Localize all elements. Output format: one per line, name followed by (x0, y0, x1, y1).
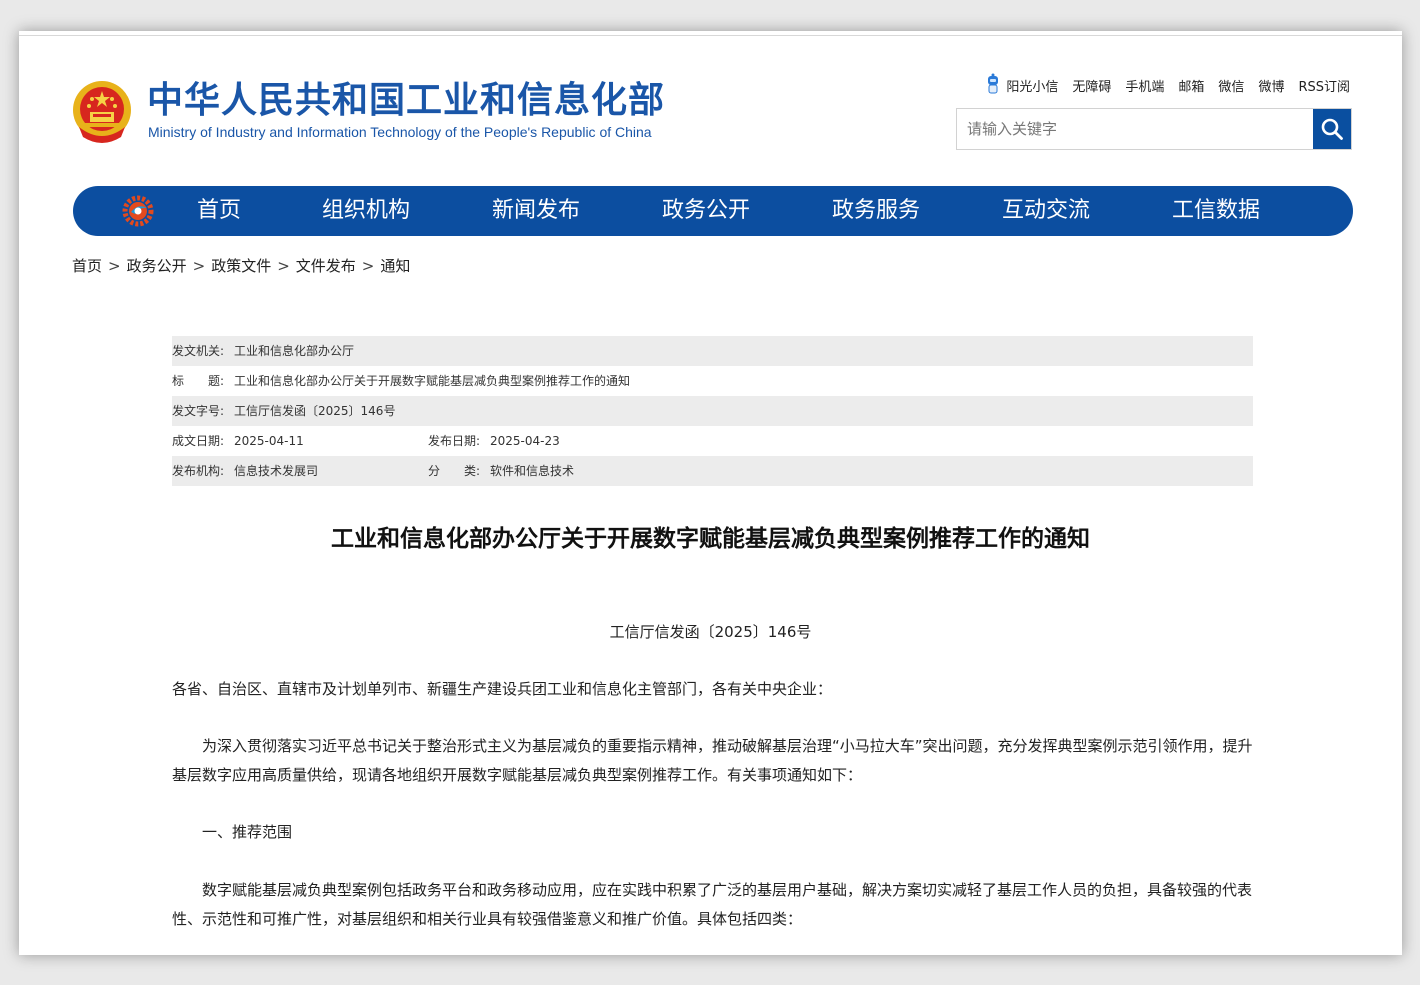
meta-row-doc-no: 发文字号: 工信厅信发函〔2025〕146号 (172, 396, 1253, 426)
toplink-accessibility[interactable]: 无障碍 (1072, 76, 1111, 95)
meta-label: 分 类: (428, 464, 481, 478)
breadcrumb-policy-documents[interactable]: 政策文件 (211, 257, 271, 275)
nav-item-data[interactable]: 工信数据 (1172, 186, 1260, 236)
salutation: 各省、自治区、直辖市及计划单列市、新疆生产建设兵团工业和信息化主管部门，各有关中… (172, 680, 833, 698)
search-input[interactable] (957, 109, 1313, 149)
meta-label: 发布机构: (172, 464, 225, 478)
miit-logo-icon[interactable] (121, 195, 155, 227)
search-box (956, 108, 1352, 150)
nav-item-government-services[interactable]: 政务服务 (832, 186, 920, 236)
top-divider (19, 35, 1402, 36)
robot-assistant-icon[interactable] (986, 73, 1000, 97)
top-links: 阳光小信 无障碍 手机端 邮箱 微信 微博 RSS订阅 (986, 73, 1350, 97)
toplink-weibo[interactable]: 微博 (1258, 76, 1284, 95)
breadcrumb: 首页 > 政务公开 > 政策文件 > 文件发布 > 通知 (72, 255, 410, 276)
meta-value-issuer: 工业和信息化部办公厅 (234, 344, 355, 358)
breadcrumb-separator: > (361, 257, 375, 275)
breadcrumb-file-release[interactable]: 文件发布 (296, 257, 356, 275)
paragraph-scope: 数字赋能基层减负典型案例包括政务平台和政务移动应用，应在实践中积累了广泛的基层用… (172, 881, 1253, 928)
nav-item-home[interactable]: 首页 (197, 186, 241, 236)
nav-item-interaction[interactable]: 互动交流 (1002, 186, 1090, 236)
meta-value-category: 软件和信息技术 (490, 464, 575, 478)
site-title[interactable]: 中华人民共和国工业和信息化部 (147, 81, 665, 121)
national-emblem-icon[interactable] (71, 79, 133, 145)
toplink-sunshine-xiaoxin[interactable]: 阳光小信 (1006, 76, 1058, 95)
breadcrumb-separator: > (108, 257, 121, 275)
toplink-rss[interactable]: RSS订阅 (1298, 76, 1350, 95)
breadcrumb-separator: > (277, 257, 290, 275)
document-meta-table: 发文机关: 工业和信息化部办公厅 标 题: 工业和信息化部办公厅关于开展数字赋能… (172, 336, 1253, 486)
search-icon (1321, 118, 1343, 140)
breadcrumb-separator: > (192, 257, 206, 275)
nav-item-government-affairs[interactable]: 政务公开 (662, 186, 750, 236)
section-heading: 一、推荐范围 (202, 823, 293, 841)
meta-label: 标 题: (172, 374, 225, 388)
meta-value-created: 2025-04-11 (234, 434, 304, 448)
meta-row-dates: 成文日期: 2025-04-11 发布日期: 2025-04-23 (172, 426, 1253, 456)
toplink-mobile[interactable]: 手机端 (1125, 76, 1164, 95)
meta-label: 成文日期: (172, 434, 225, 448)
site-subtitle: Ministry of Industry and Information Tec… (148, 124, 652, 140)
breadcrumb-government-affairs[interactable]: 政务公开 (127, 257, 187, 275)
search-button[interactable] (1313, 109, 1351, 149)
meta-row-agency: 发布机构: 信息技术发展司 分 类: 软件和信息技术 (172, 456, 1253, 486)
breadcrumb-home[interactable]: 首页 (72, 257, 102, 275)
breadcrumb-notice[interactable]: 通知 (380, 257, 410, 275)
nav-item-news[interactable]: 新闻发布 (492, 186, 580, 236)
document-number: 工信厅信发函〔2025〕146号 (609, 623, 812, 641)
toplink-wechat[interactable]: 微信 (1218, 76, 1244, 95)
browser-page: 中华人民共和国工业和信息化部 Ministry of Industry and … (19, 31, 1402, 955)
meta-value-agency: 信息技术发展司 (234, 464, 319, 478)
meta-label: 发文机关: (172, 344, 225, 358)
document-title: 工业和信息化部办公厅关于开展数字赋能基层减负典型案例推荐工作的通知 (331, 526, 1090, 552)
main-nav: 首页 组织机构 新闻发布 政务公开 政务服务 互动交流 工信数据 (73, 186, 1353, 236)
meta-value-title: 工业和信息化部办公厅关于开展数字赋能基层减负典型案例推荐工作的通知 (234, 374, 631, 388)
meta-value-published: 2025-04-23 (490, 434, 560, 448)
meta-value-doc-no: 工信厅信发函〔2025〕146号 (234, 404, 396, 418)
paragraph-intro: 为深入贯彻落实习近平总书记关于整治形式主义为基层减负的重要指示精神，推动破解基层… (172, 737, 1253, 784)
nav-item-organization[interactable]: 组织机构 (322, 186, 410, 236)
meta-row-title: 标 题: 工业和信息化部办公厅关于开展数字赋能基层减负典型案例推荐工作的通知 (172, 366, 1253, 396)
meta-label: 发文字号: (172, 404, 225, 418)
meta-label: 发布日期: (428, 434, 481, 448)
toplink-mail[interactable]: 邮箱 (1178, 76, 1204, 95)
meta-row-issuer: 发文机关: 工业和信息化部办公厅 (172, 336, 1253, 366)
